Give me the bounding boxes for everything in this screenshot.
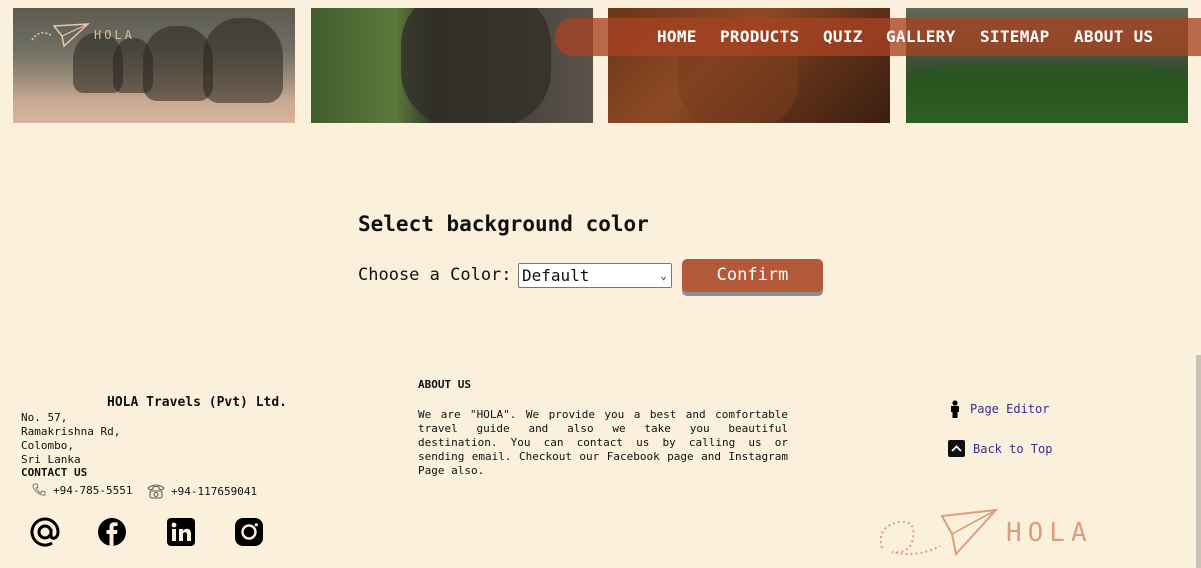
paper-plane-icon — [879, 508, 998, 557]
linkedin-icon[interactable] — [166, 517, 196, 547]
at-icon[interactable] — [30, 517, 60, 547]
nav-sitemap[interactable]: SITEMAP — [980, 18, 1050, 56]
mobile-phone[interactable]: +94-785-5551 — [31, 483, 132, 497]
footer-about-heading: ABOUT US — [418, 378, 471, 391]
footer-brand-logo: HOLA — [878, 508, 1093, 558]
brand-logo-text: HOLA — [94, 28, 135, 42]
nav-gallery[interactable]: GALLERY — [886, 18, 956, 56]
confirm-button[interactable]: Confirm — [682, 259, 823, 292]
page-editor-link[interactable]: Page Editor — [948, 400, 1049, 418]
scrollbar[interactable] — [1196, 355, 1201, 568]
instagram-icon[interactable] — [234, 517, 264, 547]
footer-address: No. 57, Ramakrishna Rd, Colombo, Sri Lan… — [21, 411, 120, 467]
footer-about-text: We are "HOLA". We provide you a best and… — [418, 408, 788, 477]
address-line: No. 57, — [21, 411, 68, 424]
mobile-phone-number: +94-785-5551 — [53, 483, 133, 497]
back-to-top-label: Back to Top — [973, 441, 1053, 456]
hero-image-elephant-closeup — [311, 8, 593, 123]
color-select-label: Choose a Color: — [358, 265, 512, 285]
contact-heading: CONTACT US — [21, 466, 88, 479]
back-to-top-link[interactable]: Back to Top — [948, 440, 1052, 457]
land-phone[interactable]: +94-117659041 — [147, 483, 257, 499]
nav-about-us[interactable]: ABOUT US — [1074, 18, 1153, 56]
nav-quiz[interactable]: QUIZ — [823, 18, 863, 56]
person-icon — [951, 400, 959, 418]
address-line: Colombo, — [21, 439, 74, 452]
chevron-down-icon: ⌄ — [660, 269, 667, 282]
phone-icon — [32, 483, 46, 496]
brand-logo[interactable]: HOLA — [30, 22, 135, 48]
land-phone-number: +94-117659041 — [171, 484, 258, 498]
chevron-up-icon — [948, 440, 965, 457]
page-title: Select background color — [358, 212, 649, 236]
footer-company-name: HOLA Travels (Pvt) Ltd. — [107, 395, 288, 410]
paper-plane-icon — [31, 23, 90, 48]
color-select[interactable]: Default ⌄ — [518, 263, 672, 288]
hero-banner: HOLA HOME PRODUCTS QUIZ GALLERY SITEMAP … — [0, 0, 1201, 124]
nav-home[interactable]: HOME — [657, 18, 697, 56]
nav-products[interactable]: PRODUCTS — [720, 18, 799, 56]
address-line: Ramakrishna Rd, — [21, 425, 121, 438]
facebook-icon[interactable] — [97, 517, 127, 547]
footer-brand-text: HOLA — [1006, 518, 1093, 548]
color-select-value: Default — [522, 266, 590, 285]
telephone-icon — [147, 484, 165, 499]
address-line: Sri Lanka — [21, 453, 81, 466]
page-editor-label: Page Editor — [970, 402, 1050, 416]
